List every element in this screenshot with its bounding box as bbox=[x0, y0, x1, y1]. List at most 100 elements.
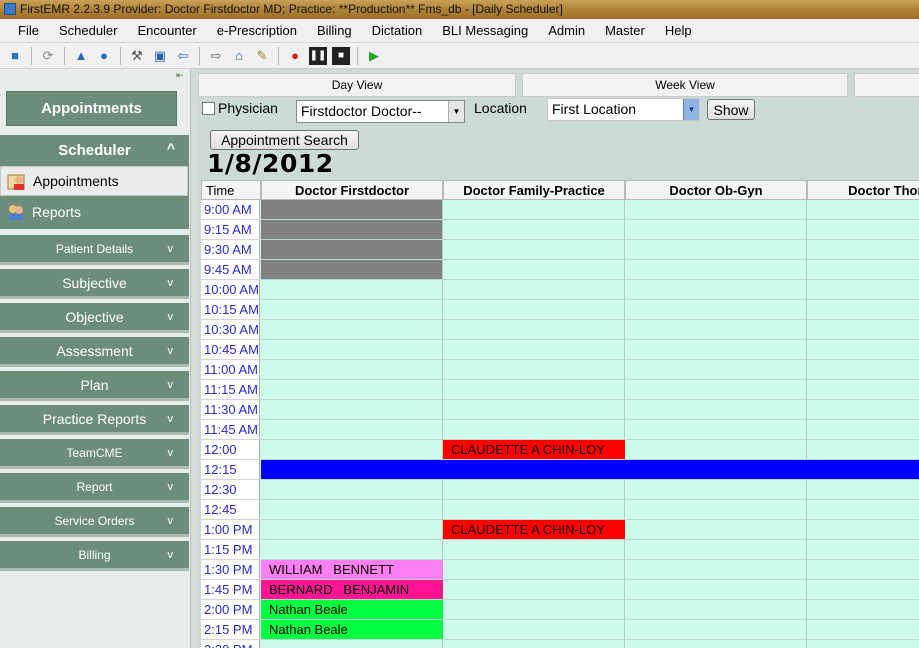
schedule-cell[interactable] bbox=[261, 480, 443, 500]
schedule-cell[interactable] bbox=[443, 480, 625, 500]
menu-e-prescription[interactable]: e-Prescription bbox=[207, 20, 307, 42]
schedule-cell[interactable] bbox=[625, 620, 807, 640]
nav-group-report[interactable]: Report v bbox=[0, 473, 189, 503]
schedule-cell[interactable] bbox=[625, 600, 807, 620]
schedule-cell[interactable] bbox=[625, 440, 807, 460]
schedule-cell[interactable] bbox=[807, 280, 919, 300]
tab-week-view[interactable]: Week View bbox=[522, 73, 848, 97]
schedule-cell[interactable] bbox=[807, 440, 919, 460]
schedule-cell[interactable] bbox=[443, 640, 625, 648]
nav-group-objective[interactable]: Objective v bbox=[0, 303, 189, 333]
schedule-cell[interactable] bbox=[443, 580, 625, 600]
schedule-cell[interactable] bbox=[261, 260, 443, 280]
schedule-cell[interactable] bbox=[807, 480, 919, 500]
schedule-cell[interactable] bbox=[261, 640, 443, 648]
nav-group-assessment[interactable]: Assessment v bbox=[0, 337, 189, 367]
menu-file[interactable]: File bbox=[8, 20, 49, 42]
pause-icon[interactable]: ❚❚ bbox=[309, 46, 327, 65]
import-icon[interactable]: ⇦ bbox=[174, 47, 192, 65]
provider-select[interactable]: Firstdoctor Doctor-- ▼ bbox=[296, 100, 465, 123]
schedule-cell[interactable] bbox=[807, 360, 919, 380]
menu-billing[interactable]: Billing bbox=[307, 20, 362, 42]
menu-dictation[interactable]: Dictation bbox=[362, 20, 433, 42]
appointment-block[interactable]: Nathan Beale bbox=[261, 600, 443, 619]
nav-group-subjective[interactable]: Subjective v bbox=[0, 269, 189, 299]
schedule-cell[interactable] bbox=[807, 260, 919, 280]
schedule-cell[interactable] bbox=[625, 320, 807, 340]
schedule-cell[interactable] bbox=[625, 540, 807, 560]
schedule-cell[interactable] bbox=[807, 520, 919, 540]
schedule-cell[interactable] bbox=[443, 240, 625, 260]
column-header-doctor-firstdoctor[interactable]: Doctor Firstdoctor bbox=[261, 180, 443, 200]
schedule-cell[interactable] bbox=[443, 360, 625, 380]
schedule-cell[interactable] bbox=[443, 200, 625, 220]
schedule-cell[interactable] bbox=[625, 280, 807, 300]
scheduler-link-reports[interactable]: Reports bbox=[0, 197, 188, 227]
schedule-cell[interactable] bbox=[443, 280, 625, 300]
schedule-cell[interactable] bbox=[261, 200, 443, 220]
schedule-cell[interactable] bbox=[625, 200, 807, 220]
stop-icon[interactable]: ■ bbox=[332, 46, 350, 65]
record-icon[interactable]: ● bbox=[286, 47, 304, 65]
appointment-block[interactable]: Nathan Beale bbox=[261, 620, 443, 639]
appointment-block[interactable]: CLAUDETTE A CHIN-LOY bbox=[443, 440, 625, 459]
schedule-cell[interactable] bbox=[625, 560, 807, 580]
pin-icon[interactable]: ⇤ bbox=[176, 71, 186, 80]
scheduler-link-appointments[interactable]: Appointments bbox=[0, 166, 188, 196]
nav-group-patient-details[interactable]: Patient Details v bbox=[0, 235, 189, 265]
menu-scheduler[interactable]: Scheduler bbox=[49, 20, 128, 42]
schedule-cell[interactable] bbox=[807, 380, 919, 400]
schedule-cell[interactable] bbox=[807, 600, 919, 620]
menu-encounter[interactable]: Encounter bbox=[128, 20, 207, 42]
schedule-cell[interactable] bbox=[807, 420, 919, 440]
schedule-cell[interactable] bbox=[625, 420, 807, 440]
appointment-search-button[interactable]: Appointment Search bbox=[210, 130, 359, 150]
refresh-icon[interactable]: ⟳ bbox=[39, 47, 57, 65]
schedule-cell[interactable] bbox=[807, 640, 919, 648]
user-up-icon[interactable]: ▲ bbox=[72, 47, 90, 65]
nav-group-billing[interactable]: Billing v bbox=[0, 541, 189, 571]
schedule-cell[interactable] bbox=[807, 620, 919, 640]
schedule-cell[interactable] bbox=[261, 380, 443, 400]
menu-bli-messaging[interactable]: BLI Messaging bbox=[432, 20, 538, 42]
schedule-cell[interactable] bbox=[443, 620, 625, 640]
schedule-cell[interactable] bbox=[625, 400, 807, 420]
schedule-cell[interactable] bbox=[261, 440, 443, 460]
schedule-cell[interactable] bbox=[443, 220, 625, 240]
schedule-cell[interactable] bbox=[443, 560, 625, 580]
schedule-cell[interactable] bbox=[443, 300, 625, 320]
schedule-cell[interactable] bbox=[443, 260, 625, 280]
schedule-cell[interactable] bbox=[625, 380, 807, 400]
schedule-cell[interactable] bbox=[261, 420, 443, 440]
scheduler-header[interactable]: Scheduler ^ bbox=[0, 135, 189, 165]
schedule-cell[interactable] bbox=[807, 500, 919, 520]
schedule-cell[interactable] bbox=[261, 340, 443, 360]
nav-group-service-orders[interactable]: Service Orders v bbox=[0, 507, 189, 537]
schedule-cell[interactable] bbox=[625, 480, 807, 500]
schedule-cell[interactable] bbox=[625, 220, 807, 240]
schedule-cell[interactable] bbox=[625, 340, 807, 360]
schedule-cell[interactable] bbox=[261, 240, 443, 260]
tools-icon[interactable]: ⚒ bbox=[128, 47, 146, 65]
schedule-cell[interactable] bbox=[625, 500, 807, 520]
column-header-doctor-family-practice[interactable]: Doctor Family-Practice bbox=[443, 180, 625, 200]
appointments-header[interactable]: Appointments bbox=[6, 91, 177, 126]
user-group-icon[interactable]: ● bbox=[95, 47, 113, 65]
tab-overflow[interactable] bbox=[854, 73, 919, 97]
menu-admin[interactable]: Admin bbox=[538, 20, 595, 42]
schedule-cell[interactable] bbox=[261, 540, 443, 560]
column-header-doctor-thoracic[interactable]: Doctor Thoracic bbox=[807, 180, 919, 200]
schedule-cell[interactable] bbox=[807, 220, 919, 240]
schedule-cell[interactable] bbox=[807, 340, 919, 360]
schedule-cell[interactable] bbox=[625, 240, 807, 260]
window-icon[interactable]: ■ bbox=[6, 47, 24, 65]
schedule-cell[interactable] bbox=[807, 560, 919, 580]
schedule-cell[interactable] bbox=[443, 380, 625, 400]
schedule-cell[interactable] bbox=[807, 240, 919, 260]
sidebar-splitter[interactable] bbox=[190, 69, 198, 648]
nav-group-teamcme[interactable]: TeamCME v bbox=[0, 439, 189, 469]
schedule-cell[interactable] bbox=[807, 540, 919, 560]
schedule-cell[interactable] bbox=[443, 340, 625, 360]
schedule-cell[interactable] bbox=[625, 360, 807, 380]
menu-master[interactable]: Master bbox=[595, 20, 655, 42]
